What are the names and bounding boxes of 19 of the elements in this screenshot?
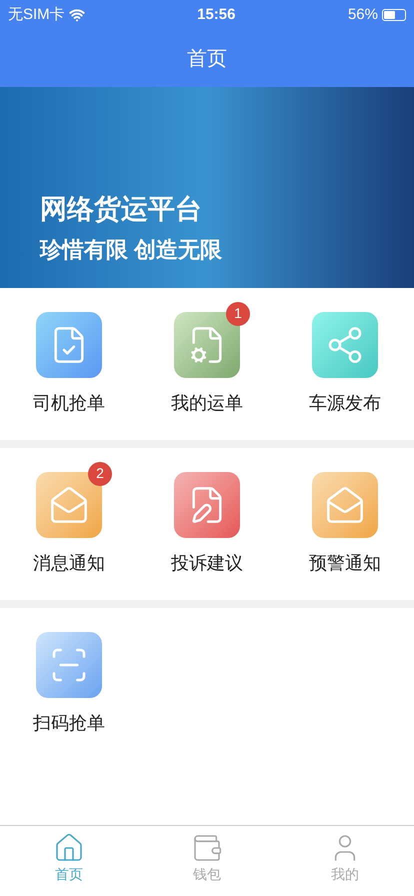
notification-count: 1	[226, 302, 250, 326]
menu-tile[interactable]: 预警通知	[276, 472, 414, 576]
menu-tile[interactable]: 车源发布	[276, 312, 414, 416]
menu-tile[interactable]: 投诉建议	[138, 472, 276, 576]
wallet-icon	[191, 832, 223, 864]
home-icon	[53, 832, 85, 864]
page-title: 首页	[187, 46, 227, 72]
banner-title: 网络货运平台	[40, 192, 203, 226]
clock: 15:56	[197, 4, 236, 25]
envelope-icon	[325, 484, 365, 524]
menu-tile[interactable]: 扫码抢单	[0, 632, 138, 736]
battery-percent: 56%	[348, 4, 378, 25]
battery-icon	[382, 9, 406, 21]
notification-count: 2	[88, 462, 112, 486]
banner-subtitle: 珍惜有限 创造无限	[40, 236, 224, 264]
carrier-label: 无SIM卡	[8, 4, 65, 25]
wifi-icon	[68, 7, 85, 23]
envelope-icon	[49, 484, 89, 524]
menu-tile[interactable]: 司机抢单	[0, 312, 138, 416]
